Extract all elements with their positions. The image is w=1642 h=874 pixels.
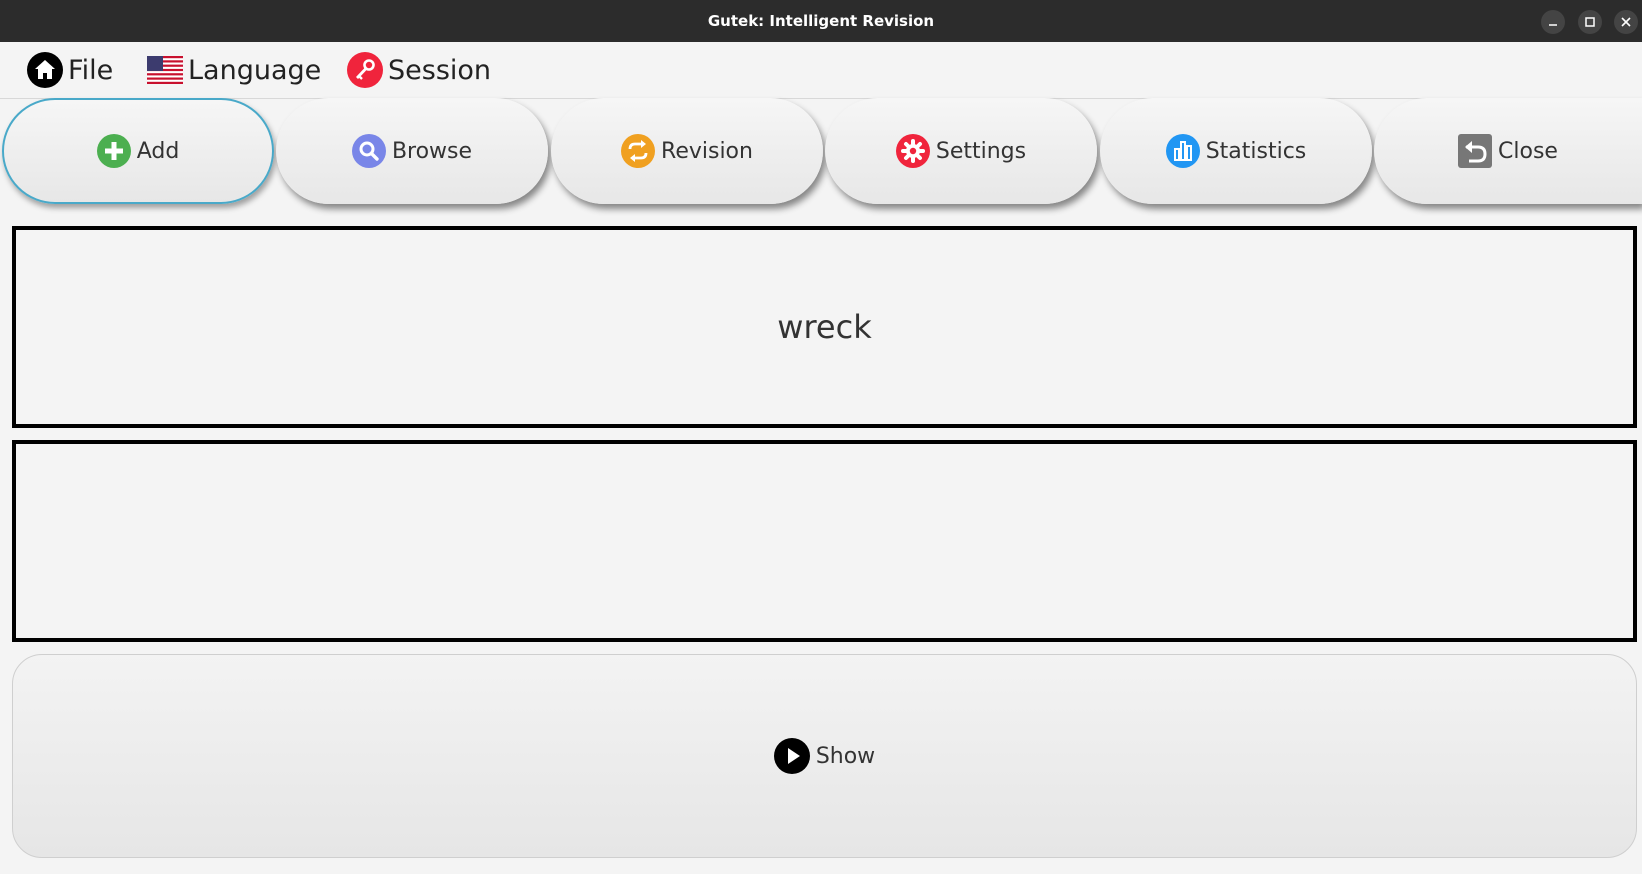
close-icon	[1621, 17, 1631, 27]
show-button[interactable]: Show	[12, 654, 1637, 858]
app-window: Gutek: Intelligent Revision File Languag…	[0, 0, 1642, 874]
play-icon	[773, 738, 810, 774]
add-button[interactable]: Add	[2, 98, 274, 204]
menu-bar: File Language Session	[0, 42, 1642, 99]
menu-language-label: Language	[188, 54, 322, 86]
back-arrow-icon	[1458, 134, 1493, 168]
toolbar: Add Browse Revision Settings Statistics …	[0, 98, 1642, 208]
close-button-label: Close	[1498, 138, 1558, 164]
settings-button[interactable]: Settings	[825, 98, 1097, 204]
key-icon	[347, 52, 383, 88]
browse-button-label: Browse	[391, 138, 473, 164]
menu-file-label: File	[68, 54, 114, 86]
gear-icon	[895, 134, 930, 168]
settings-button-label: Settings	[935, 138, 1027, 164]
home-icon	[27, 52, 63, 88]
plus-circle-icon	[96, 134, 131, 168]
menu-language[interactable]: Language	[147, 50, 321, 90]
maximize-button[interactable]	[1578, 10, 1602, 34]
us-flag-icon	[147, 56, 183, 84]
statistics-button[interactable]: Statistics	[1100, 98, 1372, 204]
answer-panel	[12, 440, 1637, 642]
revision-button-label: Revision	[661, 138, 753, 164]
show-button-label: Show	[815, 743, 876, 769]
statistics-button-label: Statistics	[1205, 138, 1307, 164]
maximize-icon	[1585, 17, 1595, 27]
bar-chart-icon	[1165, 134, 1200, 168]
add-button-label: Add	[136, 138, 180, 164]
minimize-icon	[1549, 24, 1557, 26]
window-title: Gutek: Intelligent Revision	[707, 12, 935, 30]
repeat-icon	[621, 134, 656, 168]
title-bar: Gutek: Intelligent Revision	[0, 0, 1642, 42]
close-window-button[interactable]	[1614, 10, 1638, 34]
question-panel: wreck	[12, 226, 1637, 428]
revision-button[interactable]: Revision	[551, 98, 823, 204]
question-word: wreck	[777, 308, 872, 346]
menu-session-label: Session	[388, 54, 492, 86]
menu-session[interactable]: Session	[347, 50, 491, 90]
minimize-button[interactable]	[1541, 10, 1565, 34]
close-button[interactable]: Close	[1374, 98, 1642, 204]
browse-button[interactable]: Browse	[276, 98, 548, 204]
search-icon	[351, 134, 386, 168]
menu-file[interactable]: File	[27, 50, 113, 90]
